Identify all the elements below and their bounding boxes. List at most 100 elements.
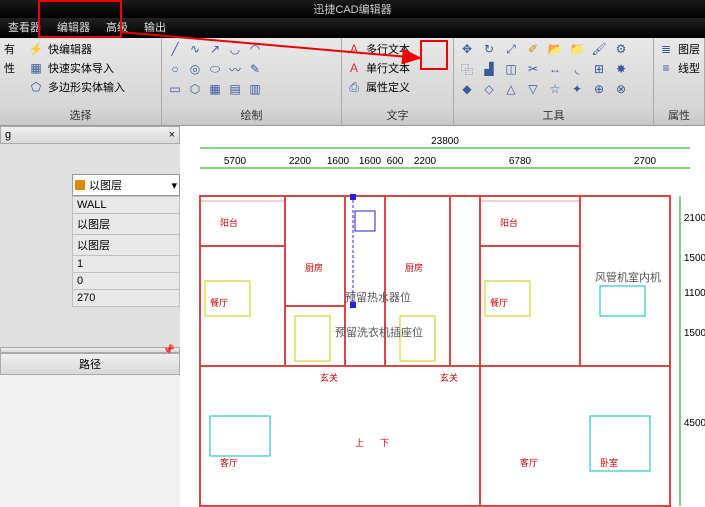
rect-icon[interactable]: ▭ (166, 80, 184, 98)
prop-angle[interactable]: 270 (73, 290, 180, 307)
svg-text:600: 600 (387, 156, 404, 167)
scale-icon[interactable]: ⤢ (502, 40, 520, 58)
file-tab[interactable]: g (5, 129, 11, 141)
t4-icon[interactable]: ▽ (524, 80, 542, 98)
svg-text:2200: 2200 (289, 156, 312, 167)
drawing-area[interactable]: 23800 5700 2200 1600 1600 600 2200 6780 … (180, 126, 705, 507)
t5-icon[interactable]: ☆ (546, 80, 564, 98)
stext-btn[interactable]: A单行文本 (346, 59, 449, 77)
svg-text:2200: 2200 (414, 156, 437, 167)
quick-edit-btn[interactable]: ⚡快编辑器 (28, 40, 125, 58)
trim-icon[interactable]: ✂ (524, 60, 542, 78)
mtext-btn[interactable]: A多行文本 (346, 40, 449, 58)
svg-text:5700: 5700 (224, 156, 247, 167)
prop-one[interactable]: 1 (73, 256, 180, 273)
brush-icon[interactable]: 🖌 (590, 40, 608, 58)
offset-icon[interactable]: ◫ (502, 60, 520, 78)
svg-text:2100: 2100 (684, 213, 705, 224)
app-title: 迅捷CAD编辑器 (313, 1, 391, 17)
layer-combo[interactable]: 以图层▾ (72, 174, 180, 196)
svg-text:厨房: 厨房 (405, 262, 423, 273)
quick-import-btn[interactable]: ▦快速实体导入 (28, 59, 125, 77)
svg-text:下: 下 (380, 438, 389, 448)
t7-icon[interactable]: ⊕ (590, 80, 608, 98)
menu-viewer[interactable]: 查看器 (0, 18, 49, 38)
svg-text:23800: 23800 (431, 136, 459, 147)
arc-icon[interactable]: ◡ (226, 40, 244, 58)
cleanup-icon[interactable]: ✐ (524, 40, 542, 58)
ellipse-icon[interactable]: ⬭ (206, 60, 224, 78)
group-props: 属性 (654, 105, 704, 125)
line-icon[interactable]: ╱ (166, 40, 184, 58)
layer-icon: ≣ (658, 41, 674, 57)
arc2-icon[interactable]: ◠ (246, 40, 264, 58)
svg-text:6780: 6780 (509, 156, 532, 167)
prop-wall[interactable]: WALL (73, 197, 180, 214)
ray-icon[interactable]: ↗ (206, 40, 224, 58)
svg-text:客厅: 客厅 (520, 457, 538, 468)
sel-props[interactable]: 性 (4, 60, 15, 76)
properties-panel: g× 以图层▾ WALL 以图层 以图层 1 0 270 📌 路径 (0, 126, 180, 375)
circle2-icon[interactable]: ◎ (186, 60, 204, 78)
spline-icon[interactable]: 〰 (226, 60, 244, 78)
svg-text:上: 上 (355, 438, 364, 448)
color-swatch (75, 180, 85, 190)
svg-text:1600: 1600 (327, 156, 350, 167)
rotate-icon[interactable]: ↻ (480, 40, 498, 58)
tools-grid: ✥ ↻ ⤢ ✐ 📂 📁 🖌 ⚙ ⿻ ▟ ◫ ✂ ↔ ◟ ⊞ ✸ ◆ ◇ △ ▽ … (458, 40, 649, 98)
svg-text:厨房: 厨房 (305, 262, 323, 273)
svg-text:预留热水器位: 预留热水器位 (345, 290, 411, 304)
svg-text:餐厅: 餐厅 (210, 297, 228, 308)
svg-text:1500: 1500 (684, 328, 705, 339)
t3-icon[interactable]: △ (502, 80, 520, 98)
svg-text:阳台: 阳台 (500, 217, 518, 228)
folder-icon[interactable]: 📁 (568, 40, 586, 58)
floorplan-svg: 23800 5700 2200 1600 1600 600 2200 6780 … (180, 126, 705, 507)
linetype-btn[interactable]: ≡线型 (658, 59, 700, 77)
t2-icon[interactable]: ◇ (480, 80, 498, 98)
pen-icon[interactable]: ✎ (246, 60, 264, 78)
bolt-icon: ⚡ (28, 41, 44, 57)
array-icon[interactable]: ⊞ (590, 60, 608, 78)
t6-icon[interactable]: ✦ (568, 80, 586, 98)
poly-input-btn[interactable]: ⬠多边形实体输入 (28, 78, 125, 96)
attrdef-btn[interactable]: ⎙属性定义 (346, 78, 449, 96)
menu-output[interactable]: 输出 (136, 18, 174, 38)
move-icon[interactable]: ✥ (458, 40, 476, 58)
sel-all[interactable]: 有 (4, 41, 15, 57)
open-icon[interactable]: 📂 (546, 40, 564, 58)
linetype-icon: ≡ (658, 60, 674, 76)
circle-icon[interactable]: ○ (166, 60, 184, 78)
copy-icon[interactable]: ⿻ (458, 60, 476, 78)
mirror-icon[interactable]: ▟ (480, 60, 498, 78)
svg-text:预留洗衣机插座位: 预留洗衣机插座位 (335, 325, 423, 339)
fillet-icon[interactable]: ◟ (568, 60, 586, 78)
pin-icon[interactable]: 📌 (163, 345, 175, 356)
t1-icon[interactable]: ◆ (458, 80, 476, 98)
close-icon[interactable]: × (169, 129, 175, 141)
layer-btn[interactable]: ≣图层 (658, 40, 700, 58)
explode-icon[interactable]: ✸ (612, 60, 630, 78)
svg-text:玄关: 玄关 (440, 372, 458, 383)
prop-zero[interactable]: 0 (73, 273, 180, 290)
group-tools: 工具 (454, 105, 653, 125)
group-select: 选择 (0, 105, 161, 125)
menu-editor[interactable]: 编辑器 (49, 18, 98, 38)
grid-icon[interactable]: ▤ (226, 80, 244, 98)
polygon-icon: ⬠ (28, 79, 44, 95)
mtext-icon: A (346, 41, 362, 57)
svg-text:风管机室内机: 风管机室内机 (595, 270, 661, 284)
polyline-icon[interactable]: ∿ (186, 40, 204, 58)
menu-advanced[interactable]: 高级 (98, 18, 136, 38)
menubar: 查看器 编辑器 高级 输出 (0, 18, 705, 38)
prop-bylayer2[interactable]: 以图层 (73, 235, 180, 256)
svg-text:4500: 4500 (684, 418, 705, 429)
settings-icon[interactable]: ⚙ (612, 40, 630, 58)
prop-bylayer1[interactable]: 以图层 (73, 214, 180, 235)
extend-icon[interactable]: ↔ (546, 60, 564, 78)
table-icon[interactable]: ▥ (246, 80, 264, 98)
hatch-icon[interactable]: ▦ (206, 80, 224, 98)
hex-icon[interactable]: ⬡ (186, 80, 204, 98)
svg-text:1100: 1100 (684, 288, 705, 299)
t8-icon[interactable]: ⊗ (612, 80, 630, 98)
